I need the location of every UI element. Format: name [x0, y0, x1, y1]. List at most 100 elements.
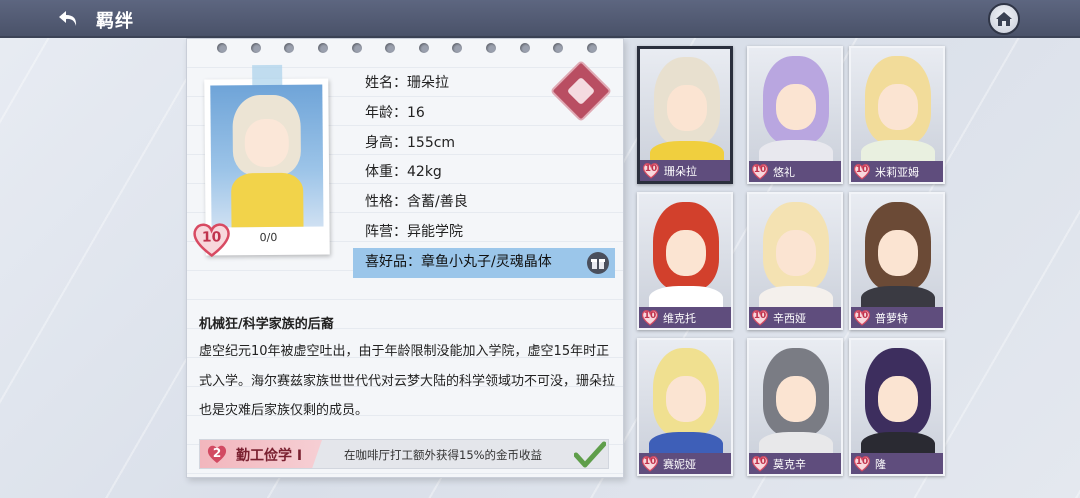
character-name: 辛西娅 [773, 312, 806, 325]
character-portrait-card: 10 0/0 [193, 64, 330, 258]
card-level: 10 [643, 457, 657, 467]
binder-hole [217, 43, 227, 53]
character-face [878, 84, 918, 130]
character-card[interactable]: 10 莫克辛 [747, 338, 843, 476]
binder-hole [351, 43, 362, 53]
profile-info-list: 姓名：珊朵拉 年龄：16 身高：155cm 体重：42kg 性格：含蓄/善良 阵… [353, 69, 615, 278]
character-face [776, 230, 816, 276]
bio-text: 虚空纪元10年被虚空吐出，由于年龄限制没能加入学院，虚空15年时正式入学。海尔赛… [199, 344, 616, 418]
character-card[interactable]: 10 辛西娅 [747, 192, 843, 330]
home-button[interactable] [988, 3, 1020, 35]
character-card[interactable]: 10 隆 [849, 338, 945, 476]
character-art [749, 340, 841, 462]
character-card[interactable]: 10 维克托 [637, 192, 733, 330]
info-favorite-items[interactable]: 喜好品：章鱼小丸子/灵魂晶体 [353, 247, 615, 278]
card-level-badge: 10 [751, 163, 769, 180]
card-level-badge: 10 [641, 455, 659, 472]
card-level-badge: 10 [751, 455, 769, 472]
character-face [776, 84, 816, 130]
check-icon [574, 441, 606, 468]
character-grid: 10 珊朵拉 10 悠礼 10 米莉亚姆 10 维克托 10 辛西娅 10 普萝… [637, 46, 947, 478]
character-footer: 10 辛西娅 [749, 307, 841, 328]
character-face [776, 376, 816, 422]
character-footer: 10 悠礼 [749, 161, 841, 182]
skill-level: 2 [212, 446, 222, 460]
character-card[interactable]: 10 米莉亚姆 [849, 46, 945, 184]
portrait-face [244, 118, 289, 168]
binder-hole [284, 43, 295, 53]
character-face [667, 85, 707, 131]
character-face [666, 376, 706, 422]
skill-description: 在咖啡厅打工额外获得15%的金币收益 [344, 448, 543, 462]
character-name: 普萝特 [875, 312, 908, 325]
binder-hole [385, 43, 396, 53]
binder-hole [418, 43, 429, 53]
character-art [749, 194, 841, 316]
affection-level-badge: 10 [191, 221, 231, 258]
card-level-badge: 10 [642, 162, 660, 179]
binder-holes [217, 43, 597, 57]
affection-level: 10 [201, 229, 222, 246]
card-level-badge: 10 [641, 309, 659, 326]
info-personality: 性格：含蓄/善良 [365, 194, 468, 211]
favorite-items-label: 喜好品：章鱼小丸子/灵魂晶体 [365, 253, 552, 270]
character-name: 莫克辛 [773, 458, 806, 471]
skill-level-tab: 2 勤工俭学 I [200, 440, 322, 468]
affection-progress: 0/0 [259, 230, 278, 245]
skill-bar: 2 勤工俭学 I 在咖啡厅打工额外获得15%的金币收益 [199, 439, 609, 469]
info-name: 姓名：珊朵拉 [365, 75, 449, 91]
character-art [851, 340, 943, 462]
character-art [639, 194, 731, 316]
binder-hole [250, 43, 261, 53]
character-card[interactable]: 10 赛妮娅 [637, 338, 733, 476]
card-level: 10 [753, 457, 767, 467]
binder-hole [586, 43, 597, 53]
bio-title: 机械狂/科学家族的后裔 [199, 317, 334, 332]
character-art [749, 48, 841, 170]
character-card[interactable]: 10 珊朵拉 [637, 46, 733, 184]
card-level-badge: 10 [853, 309, 871, 326]
character-face [878, 230, 918, 276]
character-face [878, 376, 918, 422]
card-level: 10 [855, 457, 869, 467]
back-arrow-icon [59, 11, 77, 26]
card-level: 10 [643, 311, 657, 321]
character-art [851, 48, 943, 170]
character-name: 米莉亚姆 [875, 166, 919, 179]
character-footer: 10 珊朵拉 [640, 160, 730, 181]
profile-notebook: 10 0/0 姓名：珊朵拉 年龄：16 身高：155cm 体重：42kg 性格：… [186, 38, 624, 478]
character-footer: 10 维克托 [639, 307, 731, 328]
character-face [666, 230, 706, 276]
character-card[interactable]: 10 悠礼 [747, 46, 843, 184]
card-level: 10 [644, 164, 658, 174]
binder-hole [553, 43, 564, 53]
character-card[interactable]: 10 普萝特 [849, 192, 945, 330]
character-footer: 10 米莉亚姆 [851, 161, 943, 182]
character-art [851, 194, 943, 316]
character-footer: 10 普萝特 [851, 307, 943, 328]
portrait-body [231, 172, 304, 228]
gift-box-icon[interactable] [587, 251, 609, 274]
info-faction: 阵营：异能学院 [365, 223, 463, 240]
character-name: 维克托 [663, 312, 696, 325]
character-footer: 10 莫克辛 [749, 453, 841, 474]
character-art [639, 340, 731, 462]
character-art [640, 49, 730, 171]
card-level: 10 [753, 311, 767, 321]
top-bar: 羁绊 [0, 0, 1080, 38]
card-level-badge: 10 [853, 163, 871, 180]
card-level-badge: 10 [853, 455, 871, 472]
skill-name: 勤工俭学 I [236, 448, 303, 464]
card-level-badge: 10 [751, 309, 769, 326]
character-name: 悠礼 [773, 166, 795, 179]
card-level: 10 [855, 311, 869, 321]
skill-level-badge: 2 [206, 444, 228, 464]
home-icon [996, 12, 1012, 26]
character-name: 赛妮娅 [663, 458, 696, 471]
info-height: 身高：155cm [365, 134, 456, 151]
binder-hole [519, 43, 530, 53]
card-level: 10 [855, 165, 869, 175]
card-level: 10 [753, 165, 767, 175]
back-button[interactable] [56, 6, 82, 32]
character-footer: 10 隆 [851, 453, 943, 474]
